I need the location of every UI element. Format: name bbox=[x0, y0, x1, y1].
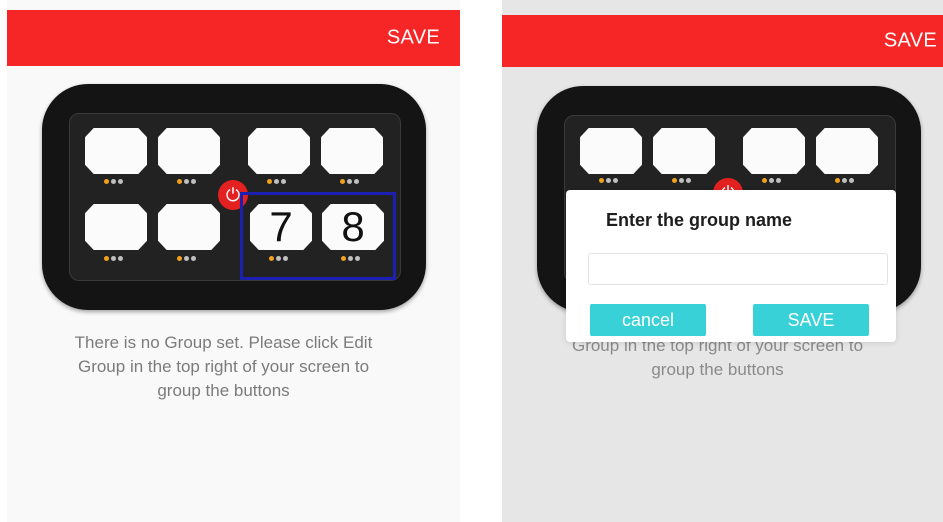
switch-panel-device: ⏻ 7 8 bbox=[42, 84, 426, 310]
led-indicator-1 bbox=[104, 179, 123, 185]
top-bar: SAVE bbox=[7, 10, 460, 66]
no-group-message: There is no Group set. Please click Edit… bbox=[74, 333, 373, 400]
switch-button-2[interactable] bbox=[653, 128, 715, 174]
led-indicator-1 bbox=[599, 178, 618, 184]
switch-button-3[interactable] bbox=[248, 128, 310, 174]
led-indicator-2 bbox=[177, 179, 196, 185]
selection-highlight-box bbox=[240, 192, 396, 280]
dialog-save-button[interactable]: SAVE bbox=[753, 304, 869, 336]
switch-button-3[interactable] bbox=[743, 128, 805, 174]
switch-button-4[interactable] bbox=[321, 128, 383, 174]
switch-button-1[interactable] bbox=[85, 128, 147, 174]
save-button[interactable]: SAVE bbox=[884, 30, 937, 53]
group-name-dialog: Enter the group name cancel SAVE bbox=[566, 190, 896, 342]
led-indicator-3 bbox=[762, 178, 781, 184]
switch-button-6[interactable] bbox=[158, 204, 220, 250]
led-indicator-5 bbox=[104, 256, 123, 262]
save-button[interactable]: SAVE bbox=[387, 27, 440, 50]
dialog-title: Enter the group name bbox=[606, 210, 793, 230]
switch-button-1[interactable] bbox=[580, 128, 642, 174]
switch-button-5[interactable] bbox=[85, 204, 147, 250]
led-indicator-3 bbox=[267, 179, 286, 185]
led-indicator-6 bbox=[177, 256, 196, 262]
group-name-input[interactable] bbox=[588, 253, 888, 285]
led-indicator-4 bbox=[835, 178, 854, 184]
power-icon: ⏻ bbox=[225, 184, 241, 205]
top-bar: SAVE bbox=[502, 15, 943, 67]
cancel-button[interactable]: cancel bbox=[590, 304, 706, 336]
left-screen: SAVE ⏻ 7 8 There is no Group set. Please… bbox=[7, 0, 460, 522]
led-indicator-4 bbox=[340, 179, 359, 185]
right-screen: SAVE ⏻ Th Group in the top right of your bbox=[502, 0, 943, 522]
led-indicator-2 bbox=[672, 178, 691, 184]
switch-panel-face: ⏻ 7 8 bbox=[69, 113, 401, 281]
switch-button-2[interactable] bbox=[158, 128, 220, 174]
switch-button-4[interactable] bbox=[816, 128, 878, 174]
